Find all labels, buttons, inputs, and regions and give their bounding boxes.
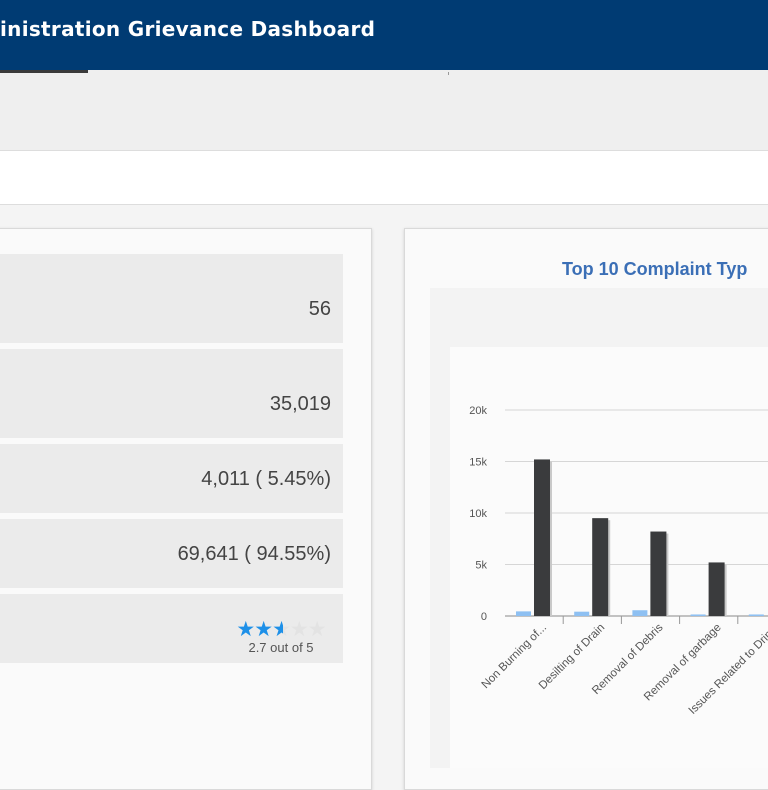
bar-chart: 05k10k15k20k Non Burning of...Desilting … bbox=[469, 405, 768, 717]
y-tick-label: 5k bbox=[475, 560, 487, 572]
y-tick-label: 15k bbox=[469, 457, 487, 469]
bar-light bbox=[632, 610, 648, 616]
bar-dark bbox=[650, 531, 667, 616]
bar-light bbox=[574, 611, 590, 616]
bar-dark bbox=[534, 459, 550, 616]
bar-dark bbox=[592, 518, 609, 616]
x-tick-label: Issues Related to Drin... bbox=[687, 622, 768, 717]
bar-light bbox=[690, 614, 706, 616]
bar-light bbox=[748, 614, 764, 616]
y-tick-label: 10k bbox=[469, 508, 487, 520]
y-tick-label: 0 bbox=[481, 611, 487, 623]
bar-dark bbox=[708, 562, 725, 616]
y-tick-label: 20k bbox=[469, 405, 487, 417]
bar-light bbox=[516, 611, 531, 616]
